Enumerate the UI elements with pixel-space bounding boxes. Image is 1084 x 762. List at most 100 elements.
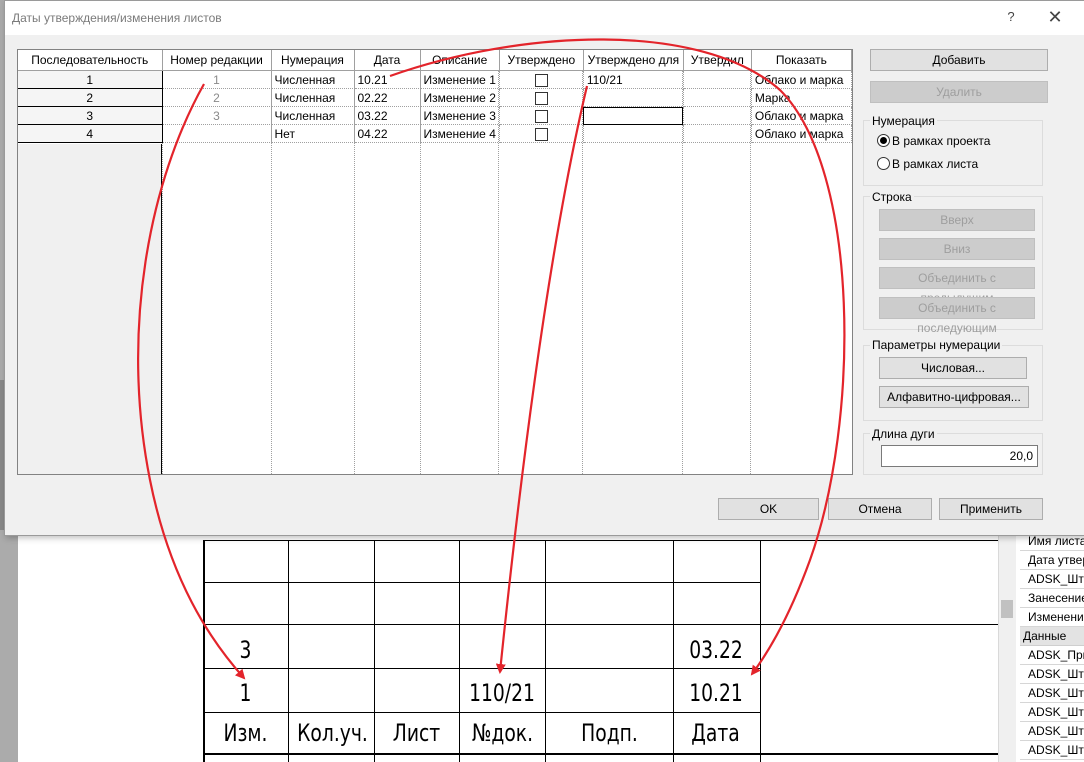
numbering-sheet-label: В рамках листа xyxy=(892,157,979,171)
merge-prev-button[interactable]: Объединить с предыдущим xyxy=(879,267,1035,305)
cell-issued-by[interactable] xyxy=(683,70,752,89)
alphanumeric-button[interactable]: Алфавитно-цифровая... xyxy=(879,386,1029,408)
tb-row1-izm: 1 xyxy=(239,679,252,707)
cell-date[interactable]: 10.21 xyxy=(354,70,421,89)
cell-description[interactable]: Изменение 4 xyxy=(420,124,500,143)
table-row[interactable]: 2 2 Численная 02.22 Изменение 2 Марка xyxy=(18,88,852,107)
cell-issued[interactable] xyxy=(499,106,584,125)
column-header-show[interactable]: Показать xyxy=(751,50,852,71)
move-up-button[interactable]: Вверх xyxy=(879,209,1035,231)
tb-header-list: Лист xyxy=(392,719,441,747)
apply-button[interactable]: Применить xyxy=(939,498,1043,520)
tb-header-kol: Кол.уч. xyxy=(297,719,368,747)
delete-button[interactable]: Удалить xyxy=(870,81,1048,103)
issued-checkbox[interactable] xyxy=(534,127,548,141)
cell-show[interactable]: Марка xyxy=(751,88,852,107)
property-row[interactable]: ADSK_Штам xyxy=(1020,570,1084,589)
cell-numbering[interactable]: Численная xyxy=(271,88,355,107)
radio-selected-icon[interactable] xyxy=(877,134,890,147)
merge-next-button[interactable]: Объединить с последующим xyxy=(879,297,1035,335)
property-row[interactable]: ADSK_При xyxy=(1020,646,1084,665)
column-header-issued-by[interactable]: Утвердил xyxy=(683,50,752,71)
cell-date[interactable]: 02.22 xyxy=(354,88,421,107)
sheet-scrollbar[interactable] xyxy=(998,532,1017,762)
row-sequence[interactable]: 1 xyxy=(18,70,163,89)
property-row[interactable]: Дата утвер xyxy=(1020,551,1084,570)
cell-show[interactable]: Облако и марка xyxy=(751,106,852,125)
numeric-button[interactable]: Числовая... xyxy=(879,357,1027,379)
row-header-empty xyxy=(18,144,162,474)
tb-row1-doc: 110/21 xyxy=(469,679,535,707)
cell-issued[interactable] xyxy=(499,124,584,143)
numbering-group xyxy=(863,120,1043,186)
property-row[interactable]: ADSK_Шта xyxy=(1020,722,1084,741)
issued-checkbox[interactable] xyxy=(534,73,548,87)
column-header-description[interactable]: Описание xyxy=(420,50,500,71)
table-row[interactable]: 4 Нет 04.22 Изменение 4 Облако и марка xyxy=(18,124,852,143)
property-row[interactable]: ADSK_Шта xyxy=(1020,665,1084,684)
table-row[interactable]: 1 1 Численная 10.21 Изменение 1 110/21 О… xyxy=(18,70,852,89)
cell-issued-by[interactable] xyxy=(683,106,752,125)
row-sequence[interactable]: 3 xyxy=(18,106,163,125)
table-row[interactable]: 3 3 Численная 03.22 Изменение 3 Облако и… xyxy=(18,106,852,125)
issued-checkbox[interactable] xyxy=(534,109,548,123)
property-row[interactable]: ADSK_Шта xyxy=(1020,703,1084,722)
property-row[interactable]: ADSK_Шта xyxy=(1020,741,1084,760)
move-down-button[interactable]: Вниз xyxy=(879,238,1035,260)
cell-revision-number: 1 xyxy=(162,70,272,89)
row-sequence[interactable]: 2 xyxy=(18,88,163,107)
cell-numbering[interactable]: Нет xyxy=(271,124,355,143)
cell-issued-to[interactable]: 110/21 xyxy=(583,70,684,89)
cell-issued-by[interactable] xyxy=(683,88,752,107)
help-button[interactable]: ? xyxy=(1003,9,1019,27)
cell-issued-to[interactable] xyxy=(583,124,684,143)
property-section-header[interactable]: Данные xyxy=(1020,627,1084,646)
column-header-sequence[interactable]: Последовательность xyxy=(18,50,163,71)
scrollbar-thumb[interactable] xyxy=(1001,600,1013,618)
numbering-sheet-radio[interactable]: В рамках листа xyxy=(877,157,978,171)
cell-date[interactable]: 04.22 xyxy=(354,124,421,143)
property-row[interactable]: Занесение xyxy=(1020,589,1084,608)
tb-row3-date: 03.22 xyxy=(689,636,743,664)
radio-unselected-icon[interactable] xyxy=(877,157,890,170)
cell-issued-to[interactable] xyxy=(583,88,684,107)
cell-issued-to-selected[interactable] xyxy=(583,106,684,125)
row-sequence[interactable]: 4 xyxy=(18,124,163,143)
add-button[interactable]: Добавить xyxy=(870,49,1048,71)
property-row[interactable]: Изменени xyxy=(1020,608,1084,627)
cancel-button[interactable]: Отмена xyxy=(828,498,932,520)
column-header-issued-to[interactable]: Утверждено для xyxy=(583,50,684,71)
cell-issued[interactable] xyxy=(499,88,584,107)
column-header-numbering[interactable]: Нумерация xyxy=(271,50,355,71)
cell-issued-by[interactable] xyxy=(683,124,752,143)
cell-numbering[interactable]: Численная xyxy=(271,70,355,89)
cell-description[interactable]: Изменение 2 xyxy=(420,88,500,107)
cell-issued[interactable] xyxy=(499,70,584,89)
property-row[interactable]: ADSK_Шта xyxy=(1020,684,1084,703)
sheet-issues-revisions-dialog: Даты утверждения/изменения листов ? ✕ По… xyxy=(4,0,1084,536)
cell-revision-number: 2 xyxy=(162,88,272,107)
cell-numbering[interactable]: Численная xyxy=(271,106,355,125)
arc-length-input[interactable]: 20,0 xyxy=(881,445,1038,467)
issued-checkbox[interactable] xyxy=(534,91,548,105)
revisions-table: Последовательность Номер редакции Нумера… xyxy=(18,50,852,143)
revisions-grid: Последовательность Номер редакции Нумера… xyxy=(17,49,853,475)
close-button[interactable]: ✕ xyxy=(1045,7,1065,27)
numbering-params-label: Параметры нумерации xyxy=(870,338,1003,352)
row-group-label: Строка xyxy=(870,190,914,204)
column-header-revision-number[interactable]: Номер редакции xyxy=(162,50,272,71)
dialog-title: Даты утверждения/изменения листов xyxy=(12,11,222,25)
cell-show[interactable]: Облако и марка xyxy=(751,124,852,143)
dialog-titlebar[interactable]: Даты утверждения/изменения листов ? ✕ xyxy=(5,1,1084,35)
arc-length-label: Длина дуги xyxy=(870,427,937,441)
tb-header-doc: №док. xyxy=(471,719,534,747)
column-header-date[interactable]: Дата xyxy=(354,50,421,71)
cell-description[interactable]: Изменение 3 xyxy=(420,106,500,125)
column-header-issued[interactable]: Утверждено xyxy=(499,50,584,71)
tb-header-date: Дата xyxy=(691,719,740,747)
ok-button[interactable]: OK xyxy=(718,498,819,520)
numbering-project-radio[interactable]: В рамках проекта xyxy=(877,134,990,148)
cell-show[interactable]: Облако и марка xyxy=(751,70,852,89)
cell-description[interactable]: Изменение 1 xyxy=(420,70,500,89)
cell-date[interactable]: 03.22 xyxy=(354,106,421,125)
